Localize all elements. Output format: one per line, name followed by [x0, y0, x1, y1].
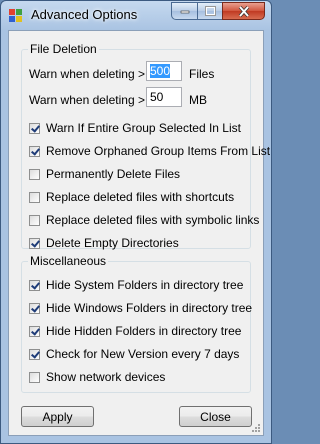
option-label: Hide Windows Folders in directory tree	[46, 301, 253, 315]
warn-files-input[interactable]: 500	[146, 61, 182, 81]
window-controls	[171, 2, 265, 21]
window-title: Advanced Options	[31, 7, 138, 22]
checkbox[interactable]	[29, 325, 40, 337]
checkbox[interactable]	[29, 145, 40, 157]
warn-mb-value: 50	[150, 90, 164, 104]
checkbox[interactable]	[29, 214, 40, 226]
minimize-button[interactable]	[171, 2, 197, 20]
option-replace-symlinks[interactable]: Replace deleted files with symbolic link…	[29, 213, 259, 227]
option-label: Remove Orphaned Group Items From List	[46, 144, 271, 158]
option-replace-shortcuts[interactable]: Replace deleted files with shortcuts	[29, 190, 234, 204]
warn-files-unit: Files	[189, 67, 215, 81]
option-label: Check for New Version every 7 days	[46, 347, 240, 361]
dialog-body: File Deletion Warn when deleting > 500 F…	[8, 30, 270, 436]
title-bar[interactable]: Advanced Options	[1, 1, 271, 29]
option-label: Hide System Folders in directory tree	[46, 278, 244, 292]
option-label: Show network devices	[46, 370, 166, 384]
option-label: Warn If Entire Group Selected In List	[46, 121, 241, 135]
checkbox[interactable]	[29, 348, 40, 360]
file-deletion-legend: File Deletion	[28, 42, 99, 56]
maximize-icon	[204, 6, 216, 16]
close-window-button[interactable]	[222, 2, 265, 20]
option-delete-empty-dirs[interactable]: Delete Empty Directories	[29, 236, 179, 250]
option-remove-orphaned[interactable]: Remove Orphaned Group Items From List	[29, 144, 270, 158]
maximize-button[interactable]	[197, 2, 222, 20]
option-hide-hidden-folders[interactable]: Hide Hidden Folders in directory tree	[29, 324, 241, 338]
file-deletion-group: File Deletion Warn when deleting > 500 F…	[21, 42, 270, 250]
option-hide-system-folders[interactable]: Hide System Folders in directory tree	[29, 278, 243, 292]
warn-mb-label: Warn when deleting >	[29, 93, 145, 107]
warn-mb-input[interactable]: 50	[146, 87, 182, 107]
option-label: Permanently Delete Files	[46, 167, 181, 181]
option-label: Delete Empty Directories	[46, 236, 179, 250]
miscellaneous-group: Miscellaneous Hide System Folders in dir…	[21, 254, 252, 393]
option-warn-entire-group[interactable]: Warn If Entire Group Selected In List	[29, 121, 241, 135]
checkbox[interactable]	[29, 122, 40, 134]
warn-mb-unit: MB	[189, 93, 207, 107]
option-show-network-devices[interactable]: Show network devices	[29, 370, 165, 384]
resize-grip-icon[interactable]	[251, 423, 261, 433]
app-icon	[9, 9, 23, 23]
checkbox[interactable]	[29, 237, 40, 249]
window: Advanced Options File Deletion Warn when…	[0, 0, 272, 444]
warn-files-label: Warn when deleting >	[29, 67, 145, 81]
option-label: Replace deleted files with shortcuts	[46, 190, 235, 204]
checkbox[interactable]	[29, 371, 40, 383]
close-icon	[238, 5, 249, 17]
option-label: Hide Hidden Folders in directory tree	[46, 324, 242, 338]
checkbox[interactable]	[29, 279, 40, 291]
close-button[interactable]: Close	[179, 406, 252, 427]
apply-button[interactable]: Apply	[21, 406, 94, 427]
checkbox[interactable]	[29, 191, 40, 203]
option-check-new-version[interactable]: Check for New Version every 7 days	[29, 347, 239, 361]
checkbox[interactable]	[29, 168, 40, 180]
checkbox[interactable]	[29, 302, 40, 314]
miscellaneous-legend: Miscellaneous	[28, 254, 109, 268]
warn-files-value: 500	[150, 64, 171, 78]
option-permanently-delete[interactable]: Permanently Delete Files	[29, 167, 180, 181]
option-label: Replace deleted files with symbolic link…	[46, 213, 260, 227]
option-hide-windows-folders[interactable]: Hide Windows Folders in directory tree	[29, 301, 252, 315]
minimize-icon	[180, 10, 189, 14]
